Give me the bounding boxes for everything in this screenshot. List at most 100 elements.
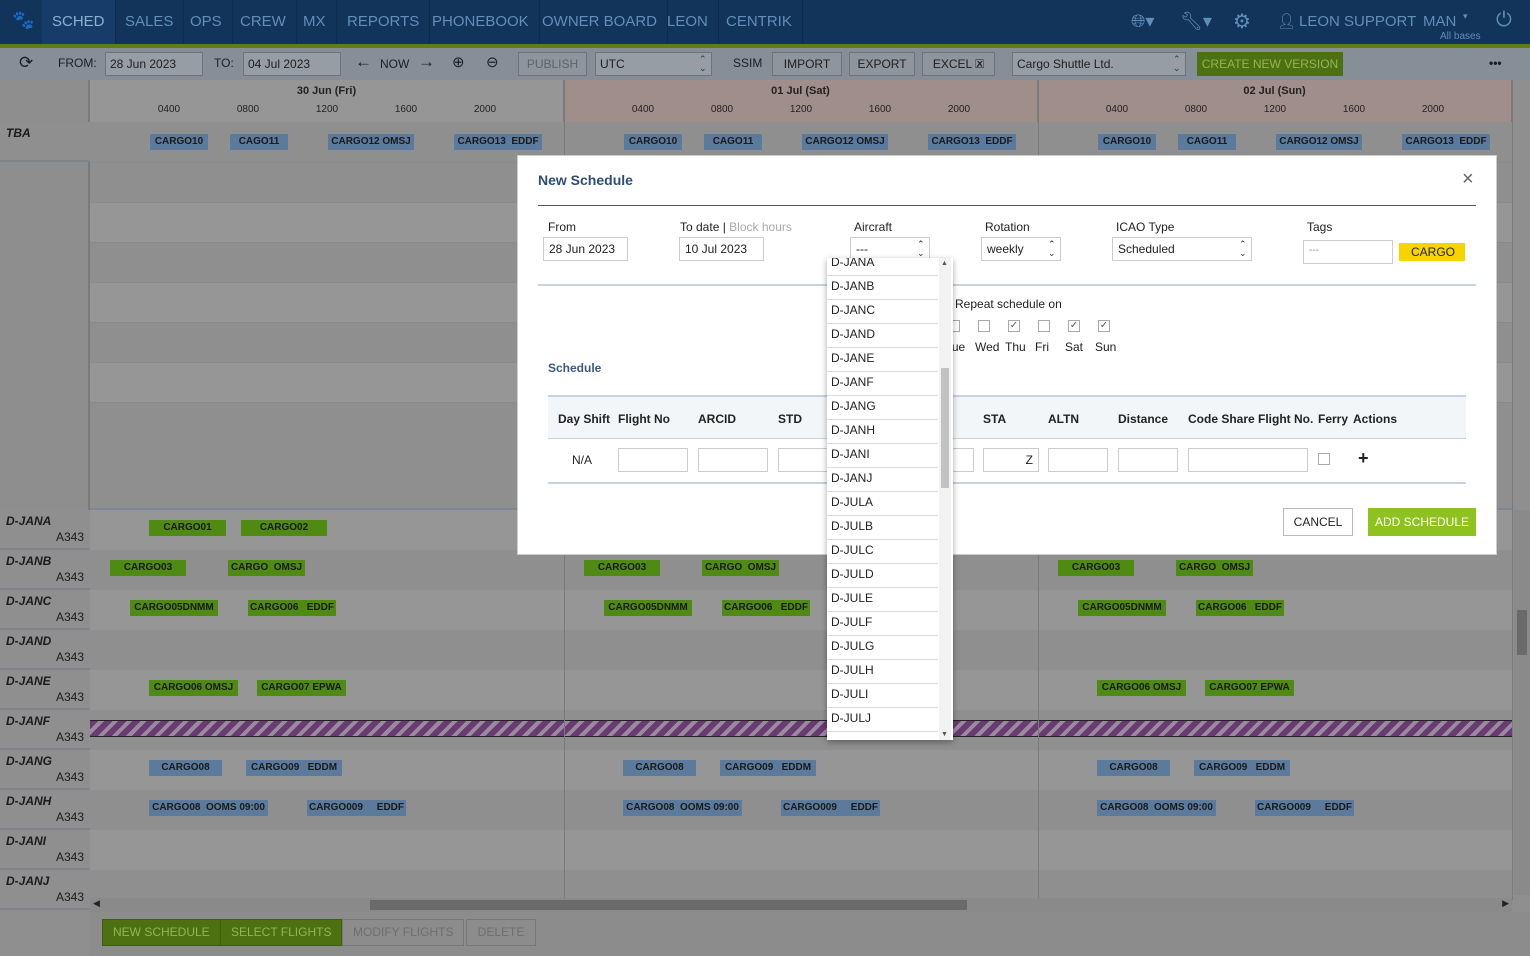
create-new-version-button[interactable]: CREATE NEW VERSION bbox=[1197, 52, 1343, 76]
flight-bar[interactable]: CARGO01 bbox=[149, 520, 226, 536]
flight-bar[interactable]: CARGO02 bbox=[241, 520, 327, 536]
dropdown-scrollbar[interactable]: ▲ ▼ bbox=[939, 258, 951, 740]
flight-bar[interactable]: CARGO07 EPWA bbox=[257, 680, 346, 696]
flight-bar[interactable]: CARGO03 bbox=[1058, 560, 1134, 576]
to-date-input[interactable]: 04 Jul 2023 bbox=[243, 52, 341, 76]
flight-bar[interactable]: CARGO06 EDDF bbox=[1196, 600, 1284, 616]
vertical-scrollbar-thumb[interactable] bbox=[1517, 610, 1527, 655]
cancel-button[interactable]: CANCEL bbox=[1283, 508, 1353, 536]
now-button[interactable]: NOW bbox=[380, 57, 409, 71]
close-icon[interactable]: × bbox=[1462, 168, 1474, 191]
horizontal-scrollbar[interactable]: ◀ ▶ bbox=[90, 898, 1512, 912]
flight-bar[interactable]: CAGO11 bbox=[704, 134, 762, 150]
aircraft-option[interactable]: D-JULH bbox=[827, 660, 938, 684]
aircraft-option[interactable]: D-JULG bbox=[827, 636, 938, 660]
rotation-select[interactable]: weekly bbox=[981, 237, 1061, 261]
sta-input[interactable]: Z bbox=[983, 448, 1039, 472]
flight-bar[interactable]: CARGO03 bbox=[110, 560, 186, 576]
flight-bar[interactable]: CARGO OMSJ bbox=[702, 560, 779, 576]
aircraft-option[interactable]: D-JULF bbox=[827, 612, 938, 636]
block-hours-link[interactable]: Block hours bbox=[729, 220, 792, 234]
aircraft-label[interactable]: D-JANJ A343 bbox=[0, 870, 90, 910]
flight-bar[interactable]: CARGO13 EDDF bbox=[454, 134, 542, 150]
nav-item-crew[interactable]: CREW bbox=[230, 0, 297, 44]
nav-item-centrik[interactable]: CENTRIK bbox=[716, 0, 803, 44]
modify-flights-button[interactable]: MODIFY FLIGHTS bbox=[342, 919, 465, 946]
flight-bar[interactable]: CARGO12 OMSJ bbox=[1276, 134, 1362, 150]
aircraft-label[interactable]: D-JANE A343 bbox=[0, 670, 90, 710]
altn-input[interactable] bbox=[1048, 448, 1108, 472]
gear-icon[interactable]: ⚙ bbox=[1233, 9, 1251, 34]
aircraft-option[interactable]: D-JULC bbox=[827, 540, 938, 564]
more-options-icon[interactable]: ••• bbox=[1489, 56, 1502, 70]
flight-bar[interactable]: CARGO009 EDDF bbox=[307, 800, 406, 816]
aircraft-label[interactable]: D-JANB A343 bbox=[0, 550, 90, 590]
export-button[interactable]: EXPORT bbox=[849, 52, 915, 76]
scroll-up-icon[interactable]: ▲ bbox=[941, 260, 948, 267]
flight-bar[interactable]: CARGO12 OMSJ bbox=[802, 134, 888, 150]
nav-item-sched[interactable]: SCHED bbox=[42, 0, 116, 44]
excel-button[interactable]: EXCEL 🗷 bbox=[922, 52, 995, 76]
aircraft-option[interactable]: D-JANF bbox=[827, 372, 938, 396]
zoom-in-icon[interactable]: ⊕ bbox=[452, 53, 465, 71]
aircraft-label[interactable]: TBA bbox=[0, 122, 90, 162]
icao-type-select[interactable]: Scheduled bbox=[1112, 237, 1252, 261]
aircraft-option[interactable]: D-JANB bbox=[827, 276, 938, 300]
arrow-left-icon[interactable]: ← bbox=[355, 52, 372, 72]
cargo-tag-badge[interactable]: CARGO bbox=[1399, 243, 1465, 261]
flight-bar[interactable]: CARGO009 EDDF bbox=[781, 800, 880, 816]
add-row-plus-icon[interactable]: + bbox=[1358, 448, 1369, 469]
flight-bar[interactable]: CAGO11 bbox=[230, 134, 288, 150]
flight-bar[interactable]: CARGO OMSJ bbox=[1176, 560, 1253, 576]
flight-bar[interactable]: CARGO08 bbox=[1097, 760, 1170, 776]
publish-button[interactable]: PUBLISH bbox=[518, 52, 587, 76]
weekday-checkbox-fri[interactable] bbox=[1038, 320, 1050, 332]
power-icon[interactable]: ⏻ bbox=[1496, 9, 1512, 32]
aircraft-label[interactable]: D-JANG A343 bbox=[0, 750, 90, 790]
flight-bar[interactable]: CARGO08 bbox=[623, 760, 696, 776]
weekday-checkbox-thu[interactable]: ✓ bbox=[1008, 320, 1020, 332]
flight-bar[interactable]: CARGO09 EDDM bbox=[720, 760, 816, 776]
zoom-out-icon[interactable]: ⊖ bbox=[486, 53, 499, 71]
aircraft-option[interactable]: D-JANE bbox=[827, 348, 938, 372]
user-name[interactable]: LEON SUPPORT bbox=[1299, 13, 1416, 30]
flight-bar[interactable]: CARGO08 OOMS 09:00 bbox=[1097, 800, 1216, 816]
aircraft-label[interactable]: D-JAND A343 bbox=[0, 630, 90, 670]
new-schedule-button[interactable]: NEW SCHEDULE bbox=[102, 919, 221, 946]
flight-bar[interactable]: CARGO06 OMSJ bbox=[1097, 680, 1186, 696]
nav-item-phonebook[interactable]: PHONEBOOK bbox=[422, 0, 540, 44]
flight-bar[interactable]: CARGO08 OOMS 09:00 bbox=[623, 800, 742, 816]
dropdown-scrollbar-thumb[interactable] bbox=[941, 368, 949, 488]
flight-bar[interactable]: CARGO10 bbox=[624, 134, 682, 150]
aircraft-label[interactable]: D-JANA A343 bbox=[0, 510, 90, 550]
flight-bar[interactable]: CARGO08 bbox=[149, 760, 222, 776]
nav-item-mx[interactable]: MX bbox=[293, 0, 337, 44]
arcid-input[interactable] bbox=[698, 448, 768, 472]
scroll-right-icon[interactable]: ▶ bbox=[1502, 898, 1509, 909]
weekday-checkbox-wed[interactable] bbox=[978, 320, 990, 332]
aircraft-option[interactable]: D-JULB bbox=[827, 516, 938, 540]
aircraft-option[interactable]: D-JULE bbox=[827, 588, 938, 612]
scroll-down-icon[interactable]: ▼ bbox=[941, 731, 948, 738]
flight-bar[interactable]: CARGO OMSJ bbox=[228, 560, 305, 576]
nav-item-sales[interactable]: SALES bbox=[115, 0, 185, 44]
aircraft-option[interactable]: D-JULI bbox=[827, 684, 938, 708]
timezone-select[interactable]: UTC bbox=[595, 52, 712, 76]
nav-item-ops[interactable]: OPS bbox=[180, 0, 233, 44]
flight-bar[interactable]: CARGO09 EDDM bbox=[246, 760, 342, 776]
flight-bar[interactable]: CARGO13 EDDF bbox=[1402, 134, 1490, 150]
scroll-left-icon[interactable]: ◀ bbox=[93, 898, 100, 909]
flight-bar[interactable]: CARGO10 bbox=[150, 134, 208, 150]
flight-bar[interactable]: CARGO05DNMM bbox=[130, 600, 218, 616]
aircraft-option[interactable]: D-JANJ bbox=[827, 468, 938, 492]
weekday-checkbox-sat[interactable]: ✓ bbox=[1068, 320, 1080, 332]
tags-input[interactable]: --- bbox=[1303, 240, 1393, 264]
aircraft-option[interactable]: D-JULA bbox=[827, 492, 938, 516]
paw-logo-icon[interactable]: 🐾 bbox=[12, 10, 34, 31]
nav-item-leon[interactable]: LEON bbox=[657, 0, 719, 44]
flight-bar[interactable]: CAGO11 bbox=[1178, 134, 1236, 150]
aircraft-option[interactable]: D-JANI bbox=[827, 444, 938, 468]
import-button[interactable]: IMPORT bbox=[772, 52, 842, 76]
arrow-right-icon[interactable]: → bbox=[418, 52, 435, 72]
aircraft-dropdown-list[interactable]: ▲ ▼ D-JANA D-JANB D-JANC D-JAND D-JANE D-JANF… bbox=[827, 258, 953, 740]
